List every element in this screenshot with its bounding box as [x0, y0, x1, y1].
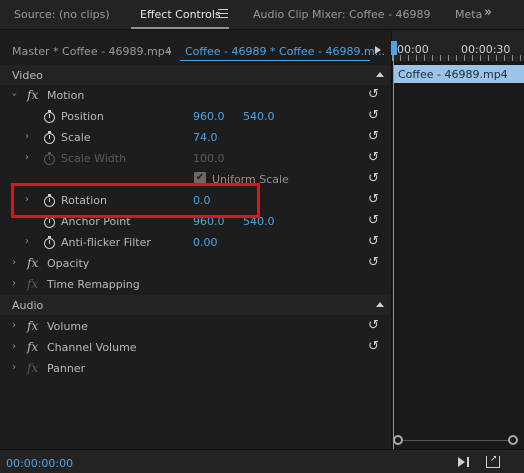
property-scale-width-label: Scale Width — [61, 152, 127, 165]
timeline-clip[interactable]: Coffee - 46989.mp4 — [394, 65, 524, 83]
property-scale-row: › Scale 74.0 ↺ — [0, 127, 390, 148]
effect-channel-volume-label: Channel Volume — [47, 341, 137, 354]
master-clip-label[interactable]: Master * Coffee - 46989.mp4 — [12, 45, 172, 58]
chevron-right-icon[interactable]: › — [9, 93, 20, 97]
tab-audio-clip-mixer[interactable]: Audio Clip Mixer: Coffee - 46989 — [253, 8, 431, 21]
zoom-scroll-left-handle[interactable] — [393, 435, 403, 445]
section-video-label: Video — [12, 69, 43, 82]
active-tab-indicator — [131, 27, 229, 29]
reset-icon[interactable]: ↺ — [368, 318, 379, 333]
property-anti-flicker-label: Anti-flicker Filter — [61, 236, 151, 249]
play-audio-icon[interactable] — [458, 456, 474, 468]
chevron-right-icon[interactable]: › — [12, 362, 16, 373]
clip-source-row: Master * Coffee - 46989.mp4 ⌄ Coffee - 4… — [0, 42, 390, 61]
tab-effect-controls[interactable]: Effect Controls — [140, 8, 221, 21]
reset-icon[interactable]: ↺ — [368, 255, 379, 270]
time-ruler[interactable]: 00:00 00:00:30 — [391, 31, 524, 61]
effect-timeline-panel: 00:00 00:00:30 Coffee - 46989.mp4 — [391, 31, 524, 449]
effect-volume-row[interactable]: › fx Volume ↺ — [0, 316, 390, 337]
collapse-video-icon[interactable] — [376, 72, 384, 77]
effect-channel-volume-row[interactable]: › fx Channel Volume ↺ — [0, 337, 390, 358]
chevron-right-icon[interactable]: › — [25, 131, 29, 142]
effect-panner-row[interactable]: › fx Panner — [0, 358, 390, 379]
chevron-right-icon[interactable]: › — [25, 152, 29, 163]
chevron-right-icon[interactable]: › — [12, 257, 16, 268]
property-position-row: Position 960.0 540.0 ↺ — [0, 106, 390, 127]
chevron-down-icon[interactable]: ⌄ — [165, 45, 173, 56]
reset-icon[interactable]: ↺ — [368, 339, 379, 354]
anti-flicker-value[interactable]: 0.00 — [193, 236, 218, 249]
stopwatch-icon[interactable] — [44, 236, 55, 249]
collapse-audio-icon[interactable] — [376, 302, 384, 307]
stopwatch-icon[interactable] — [44, 131, 55, 144]
effect-opacity-row[interactable]: › fx Opacity ↺ — [0, 253, 390, 274]
bottom-bar: 00:00:00:00 ➚ — [0, 449, 524, 473]
effect-motion-row[interactable]: › fx Motion ↺ — [0, 85, 390, 106]
ruler-ticks — [392, 55, 524, 61]
section-audio: Audio — [0, 295, 390, 315]
fx-icon: fx — [27, 277, 39, 291]
reset-icon[interactable]: ↺ — [368, 150, 379, 165]
fx-icon[interactable]: fx — [27, 319, 38, 333]
property-anti-flicker-row: › Anti-flicker Filter 0.00 ↺ — [0, 232, 390, 253]
reset-icon[interactable]: ↺ — [368, 171, 379, 186]
sequence-clip-label[interactable]: Coffee - 46989 * Coffee - 46989.m... — [185, 45, 385, 58]
fx-icon[interactable]: fx — [27, 88, 38, 102]
chevron-right-icon[interactable]: › — [25, 236, 29, 247]
position-y-value[interactable]: 540.0 — [243, 110, 275, 123]
reset-icon[interactable]: ↺ — [368, 129, 379, 144]
reset-icon[interactable]: ↺ — [368, 234, 379, 249]
effect-motion-label: Motion — [47, 89, 85, 102]
panel-tab-bar: Source: (no clips) Effect Controls Audio… — [0, 0, 524, 30]
fx-icon[interactable]: fx — [27, 340, 38, 354]
export-icon[interactable]: ➚ — [486, 454, 500, 468]
scale-width-value: 100.0 — [193, 152, 225, 165]
section-video: Video — [0, 65, 390, 85]
fx-icon: fx — [27, 361, 39, 375]
reset-icon[interactable]: ↺ — [368, 213, 379, 228]
zoom-scroll-right-handle[interactable] — [508, 435, 518, 445]
tab-source[interactable]: Source: (no clips) — [14, 8, 110, 21]
sequence-label-underline — [180, 60, 370, 61]
effect-time-remapping-label: Time Remapping — [47, 278, 140, 291]
reset-icon[interactable]: ↺ — [368, 192, 379, 207]
panel-menu-icon[interactable] — [218, 9, 228, 18]
effect-time-remapping-row[interactable]: › fx Time Remapping — [0, 274, 390, 295]
property-position-label: Position — [61, 110, 104, 123]
reset-icon[interactable]: ↺ — [368, 87, 379, 102]
show-timeline-icon[interactable] — [375, 46, 381, 54]
scale-value[interactable]: 74.0 — [193, 131, 218, 144]
rotation-highlight-box — [11, 183, 260, 218]
current-timecode[interactable]: 00:00:00:00 — [6, 457, 73, 470]
chevron-right-icon[interactable]: › — [12, 341, 16, 352]
chevron-right-icon[interactable]: › — [12, 278, 16, 289]
chevron-right-icon[interactable]: › — [12, 320, 16, 331]
section-audio-label: Audio — [12, 299, 44, 312]
property-scale-width-row: › Scale Width 100.0 ↺ — [0, 148, 390, 169]
zoom-scrollbar-track[interactable] — [394, 440, 516, 441]
fx-icon[interactable]: fx — [27, 256, 38, 270]
effect-volume-label: Volume — [47, 320, 88, 333]
stopwatch-icon — [44, 152, 55, 165]
stopwatch-icon[interactable] — [44, 110, 55, 123]
tab-overflow-button[interactable]: » — [482, 5, 524, 27]
effect-opacity-label: Opacity — [47, 257, 90, 270]
playhead-line — [393, 55, 394, 449]
property-scale-label: Scale — [61, 131, 91, 144]
effect-controls-panel: Master * Coffee - 46989.mp4 ⌄ Coffee - 4… — [0, 31, 390, 449]
effect-panner-label: Panner — [47, 362, 86, 375]
playhead-handle[interactable] — [391, 41, 397, 55]
position-x-value[interactable]: 960.0 — [193, 110, 225, 123]
reset-icon[interactable]: ↺ — [368, 108, 379, 123]
